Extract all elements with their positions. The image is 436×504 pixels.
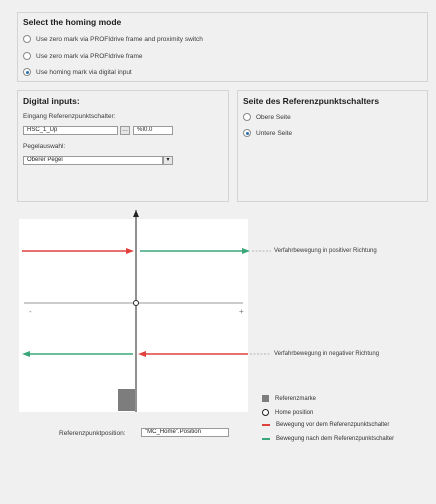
homing-mode-panel: Select the homing mode Use zero mark via… <box>17 12 428 82</box>
legend-label: Home position <box>275 409 314 416</box>
red-line-swatch <box>262 424 270 426</box>
green-line-swatch <box>262 438 270 440</box>
ref-switch-browse-button[interactable]: … <box>120 126 130 135</box>
legend-item-home-position: Home position <box>262 409 313 416</box>
home-position-marker-icon <box>133 300 139 306</box>
radio-button[interactable] <box>23 52 31 60</box>
ref-switch-address-field[interactable]: %I0.0 <box>133 126 173 135</box>
homing-mode-title: Select the homing mode <box>23 17 122 27</box>
homing-option-digital-input[interactable]: Use homing mark via digital input <box>23 68 132 76</box>
reference-mark <box>118 389 135 411</box>
radio-button[interactable] <box>243 113 251 121</box>
homing-option-zero-mark-proximity[interactable]: Use zero mark via PROFIdrive frame and p… <box>23 35 203 43</box>
legend-item-before-switch: Bewegung vor dem Referenzpunktschalter <box>262 422 389 428</box>
reference-position-field[interactable]: "MC_Home".Position <box>141 428 229 437</box>
ref-switch-side-panel: Seite des Referenzpunktschalters Obere S… <box>237 90 428 202</box>
ref-switch-input-label: Eingang Referenzpunktschalter: <box>23 113 116 120</box>
vertical-axis-arrow-icon <box>133 210 139 217</box>
legend-label: Referenzmarke <box>275 395 317 402</box>
option-label: Untere Seite <box>256 129 293 137</box>
axis-minus-label: - <box>29 307 32 316</box>
radio-button-selected[interactable] <box>243 129 251 137</box>
option-label: Use homing mark via digital input <box>36 68 132 76</box>
ref-switch-input-field[interactable]: HSC_1_Up <box>23 126 118 135</box>
negative-direction-label: Verfahrbewegung in negativer Richtung <box>274 351 380 357</box>
legend-label: Bewegung vor dem Referenzpunktschalter <box>276 422 390 428</box>
radio-button[interactable] <box>23 35 31 43</box>
chevron-down-icon: ▾ <box>166 157 170 163</box>
level-dropdown-button[interactable]: ▾ <box>163 156 173 165</box>
positive-direction-label: Verfahrbewegung in positiver Richtung <box>274 248 377 254</box>
option-label: Use zero mark via PROFIdrive frame <box>36 52 143 60</box>
option-label: Obere Seite <box>256 113 291 121</box>
level-select-label: Pegelauswahl: <box>23 143 66 150</box>
side-option-upper[interactable]: Obere Seite <box>243 113 291 121</box>
digital-inputs-panel: Digital inputs: Eingang Referenzpunktsch… <box>17 90 229 202</box>
legend-item-reference-mark: Referenzmarke <box>262 395 316 402</box>
level-select-field[interactable]: Oberer Pegel <box>23 156 163 165</box>
positive-move-after-arrow-icon <box>242 248 250 254</box>
positive-move-before-arrow-icon <box>126 248 134 254</box>
home-position-icon <box>262 409 269 416</box>
legend-item-after-switch: Bewegung nach dem Referenzpunktschalter <box>262 436 394 442</box>
legend-label: Bewegung nach dem Referenzpunktschalter <box>276 436 395 442</box>
axis-plus-label: + <box>239 307 244 316</box>
digital-inputs-title: Digital inputs: <box>23 96 80 106</box>
negative-move-before-arrow-icon <box>138 351 146 357</box>
reference-mark-swatch <box>262 395 269 402</box>
reference-position-label: Referenzpunktposition: <box>59 430 126 437</box>
diagram-background <box>19 219 248 412</box>
side-option-lower[interactable]: Untere Seite <box>243 129 292 137</box>
homing-option-zero-mark[interactable]: Use zero mark via PROFIdrive frame <box>23 52 143 60</box>
option-label: Use zero mark via PROFIdrive frame and p… <box>36 35 203 43</box>
negative-move-after-arrow-icon <box>22 351 30 357</box>
radio-button-selected[interactable] <box>23 68 31 76</box>
ref-switch-side-title: Seite des Referenzpunktschalters <box>243 96 380 106</box>
